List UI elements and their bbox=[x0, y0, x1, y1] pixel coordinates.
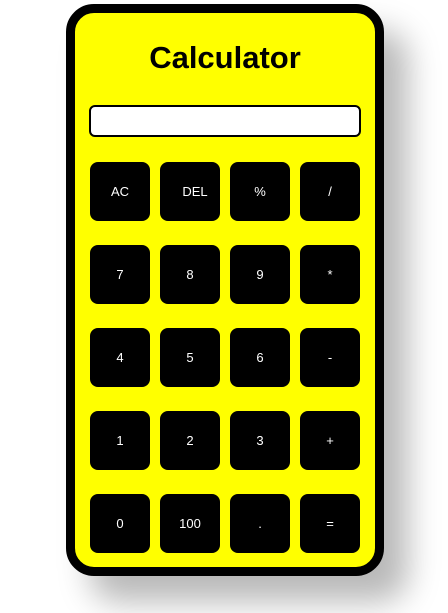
digit-5-button[interactable]: 5 bbox=[160, 328, 220, 387]
key-label: = bbox=[326, 516, 334, 531]
digit-6-button[interactable]: 6 bbox=[230, 328, 290, 387]
key-label: 6 bbox=[256, 350, 264, 365]
key-label: 0 bbox=[116, 516, 124, 531]
digit-1-button[interactable]: 1 bbox=[90, 411, 150, 470]
digit-8-button[interactable]: 8 bbox=[160, 245, 220, 304]
key-label: 100 bbox=[179, 516, 201, 531]
key-label: DEL bbox=[182, 184, 208, 199]
key-label: . bbox=[258, 516, 262, 531]
digit-7-button[interactable]: 7 bbox=[90, 245, 150, 304]
calculator-title: Calculator bbox=[149, 40, 301, 75]
subtract-button[interactable]: - bbox=[300, 328, 360, 387]
key-label: 2 bbox=[186, 433, 194, 448]
key-label: 9 bbox=[256, 267, 264, 282]
key-label: 4 bbox=[116, 350, 124, 365]
key-label: / bbox=[328, 184, 332, 199]
delete-button[interactable]: DEL bbox=[160, 162, 220, 221]
decimal-point-button[interactable]: . bbox=[230, 494, 290, 553]
digit-3-button[interactable]: 3 bbox=[230, 411, 290, 470]
divide-button[interactable]: / bbox=[300, 162, 360, 221]
percent-button[interactable]: % bbox=[230, 162, 290, 221]
key-label: 8 bbox=[186, 267, 194, 282]
hundred-button[interactable]: 100 bbox=[160, 494, 220, 553]
digit-4-button[interactable]: 4 bbox=[90, 328, 150, 387]
add-button[interactable]: + bbox=[300, 411, 360, 470]
keypad: AC DEL % / 7 8 9 * 4 5 6 - 1 2 3 + 0 100… bbox=[90, 162, 360, 553]
all-clear-button[interactable]: AC bbox=[90, 162, 150, 221]
key-label: * bbox=[327, 267, 333, 282]
key-label: - bbox=[327, 350, 333, 365]
calculator-card: Calculator AC DEL % / 7 8 9 * 4 5 6 - 1 … bbox=[66, 4, 384, 576]
key-label: 7 bbox=[116, 267, 124, 282]
digit-0-button[interactable]: 0 bbox=[90, 494, 150, 553]
key-label: + bbox=[326, 433, 334, 448]
key-label: AC bbox=[110, 184, 130, 199]
digit-2-button[interactable]: 2 bbox=[160, 411, 220, 470]
calculator-display[interactable] bbox=[89, 105, 361, 137]
key-label: 3 bbox=[256, 433, 264, 448]
digit-9-button[interactable]: 9 bbox=[230, 245, 290, 304]
key-label: 1 bbox=[116, 433, 124, 448]
multiply-button[interactable]: * bbox=[300, 245, 360, 304]
equals-button[interactable]: = bbox=[300, 494, 360, 553]
key-label: 5 bbox=[186, 350, 194, 365]
key-label: % bbox=[254, 184, 266, 199]
